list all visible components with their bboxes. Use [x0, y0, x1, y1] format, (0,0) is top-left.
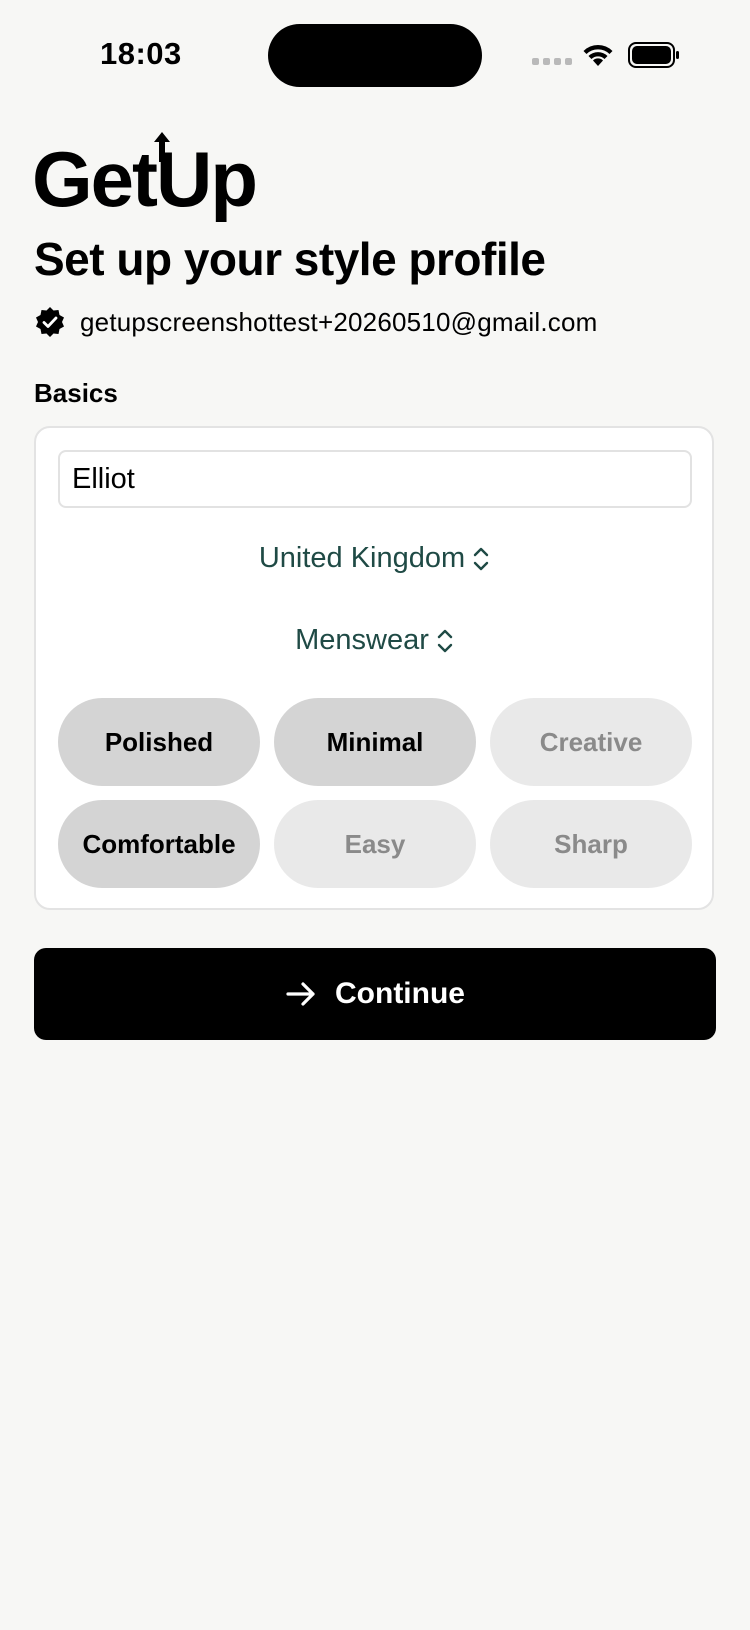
- style-chip-grid: Polished Minimal Creative Comfortable Ea…: [58, 698, 692, 888]
- country-picker-label: United Kingdom: [258, 542, 466, 574]
- style-chip-comfortable[interactable]: Comfortable: [58, 800, 260, 888]
- account-email: getupscreenshottest+20260510@gmail.com: [80, 306, 598, 337]
- continue-button-label: Continue: [335, 977, 465, 1010]
- section-label-basics: Basics: [34, 378, 118, 408]
- getup-logo: GetUp: [32, 130, 258, 220]
- style-chip-creative[interactable]: Creative: [490, 698, 692, 786]
- logo-text: GetUp: [32, 135, 258, 223]
- account-email-row: getupscreenshottest+20260510@gmail.com: [34, 306, 597, 338]
- category-picker-label: Menswear: [295, 624, 429, 656]
- continue-button[interactable]: Continue: [34, 948, 716, 1040]
- battery-icon: [628, 42, 679, 68]
- dynamic-island: [268, 24, 482, 87]
- country-picker[interactable]: United Kingdom: [36, 542, 712, 575]
- arrow-right-icon: [286, 982, 315, 1006]
- verified-badge-icon: [36, 307, 64, 337]
- style-chip-sharp[interactable]: Sharp: [490, 800, 692, 888]
- style-chip-minimal[interactable]: Minimal: [274, 698, 476, 786]
- chevron-up-down-icon: [473, 547, 489, 570]
- style-chip-easy[interactable]: Easy: [274, 800, 476, 888]
- style-chip-polished[interactable]: Polished: [58, 698, 260, 786]
- page-title: Set up your style profile: [34, 233, 546, 285]
- cellular-signal-icon: [532, 58, 572, 65]
- wifi-icon: [583, 44, 613, 66]
- category-picker[interactable]: Menswear: [36, 624, 712, 657]
- basics-card: United Kingdom Menswear Polished Minimal…: [34, 426, 714, 910]
- logo-arrow-icon: [154, 132, 170, 162]
- status-time: 18:03: [100, 36, 182, 71]
- chevron-up-down-icon: [437, 629, 453, 652]
- name-input[interactable]: [58, 450, 692, 508]
